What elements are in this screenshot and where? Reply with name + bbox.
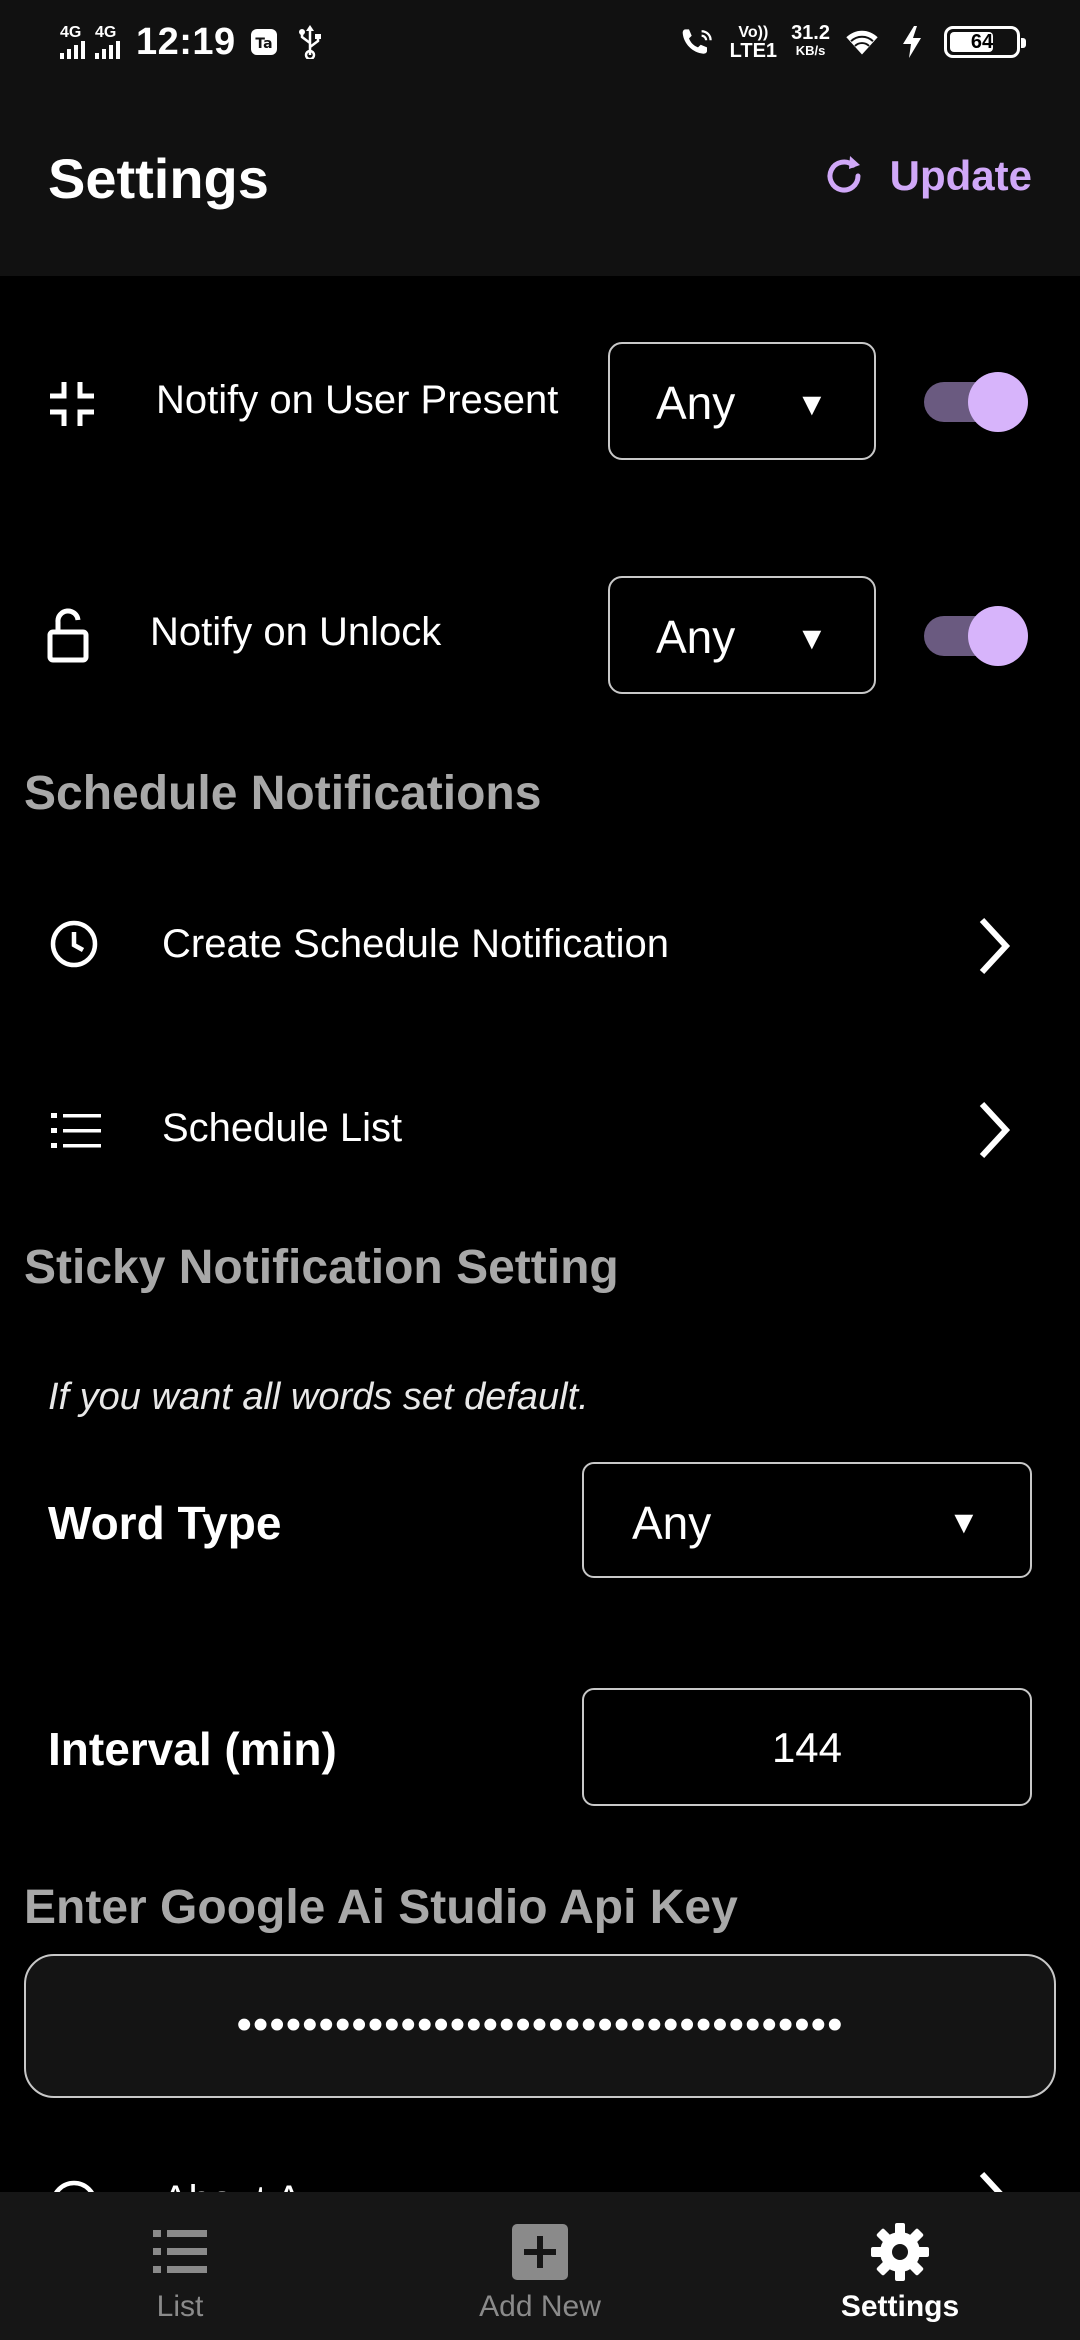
status-bar: 4G 4G 12:19 Ta Vo)) LTE1 31.2 KB/s 64 <box>0 0 1080 84</box>
collapse-icon <box>42 374 102 434</box>
dropdown-value: Any <box>656 611 736 663</box>
battery-level: 64 <box>970 30 994 53</box>
clock-icon <box>46 916 102 972</box>
clock: 12:19 <box>136 20 236 63</box>
refresh-icon <box>827 156 861 193</box>
unlock-toggle[interactable] <box>924 606 1028 666</box>
nav-settings[interactable]: Settings <box>720 2192 1080 2340</box>
wifi-icon <box>844 24 880 60</box>
user-present-dropdown[interactable]: Any ▼ <box>608 342 876 460</box>
app-bar: Settings Update <box>0 84 1080 276</box>
schedule-section-title: Schedule Notifications <box>24 767 542 820</box>
battery-icon: 64 <box>944 26 1026 58</box>
list-icon <box>153 2222 207 2282</box>
signal-2: 4G <box>95 25 120 59</box>
network-speed: 31.2 KB/s <box>791 22 830 58</box>
nav-list-label: List <box>156 2290 204 2323</box>
schedule-list-label: Schedule List <box>162 1106 403 1150</box>
notify-unlock-label: Notify on Unlock <box>150 610 442 654</box>
api-key-masked-value: ••••••••••••••••••••••••••••••••••••• <box>236 2000 844 2049</box>
dropdown-arrow-icon: ▼ <box>796 620 828 656</box>
unlock-dropdown[interactable]: Any ▼ <box>608 576 876 694</box>
api-section-title: Enter Google Ai Studio Api Key <box>24 1881 738 1934</box>
sticky-section-title: Sticky Notification Setting <box>24 1241 619 1294</box>
charging-icon <box>894 24 930 60</box>
interval-input[interactable]: 144 <box>582 1688 1032 1806</box>
gear-icon <box>869 2222 931 2282</box>
page-title: Settings <box>48 147 269 210</box>
create-schedule-row[interactable]: Create Schedule Notification <box>0 880 1080 1006</box>
create-schedule-label: Create Schedule Notification <box>162 922 669 966</box>
dropdown-arrow-icon: ▼ <box>796 386 828 422</box>
notify-user-present-row: Notify on User Present Any ▼ <box>0 340 1080 466</box>
signal-1: 4G <box>60 25 85 59</box>
svg-text:Ta: Ta <box>255 36 272 52</box>
usb-icon <box>292 24 328 60</box>
update-label: Update <box>889 152 1032 199</box>
api-key-input[interactable]: ••••••••••••••••••••••••••••••••••••• <box>24 1954 1056 2098</box>
add-box-icon <box>512 2222 568 2282</box>
update-button[interactable]: Update <box>820 152 1032 200</box>
dropdown-value: Any <box>656 377 736 429</box>
dropdown-arrow-icon: ▼ <box>948 1504 980 1540</box>
notify-user-present-label: Notify on User Present <box>156 378 559 422</box>
volte-indicator: Vo)) LTE1 <box>729 24 778 62</box>
interval-value: 144 <box>771 1724 843 1771</box>
nav-add-new-label: Add New <box>479 2290 601 2323</box>
dropdown-value: Any <box>632 1497 712 1549</box>
nav-list[interactable]: List <box>0 2192 360 2340</box>
bottom-navigation: List Add New Settings <box>0 2192 1080 2340</box>
wifi-call-icon <box>680 24 716 60</box>
sticky-hint: If you want all words set default. <box>48 1376 589 1418</box>
word-type-dropdown[interactable]: Any ▼ <box>582 1462 1032 1578</box>
nav-settings-label: Settings <box>840 2290 960 2323</box>
unlock-icon <box>40 606 96 666</box>
chevron-right-icon <box>972 1100 1016 1160</box>
user-present-toggle[interactable] <box>924 372 1028 432</box>
word-type-label: Word Type <box>48 1497 282 1549</box>
schedule-list-row[interactable]: Schedule List <box>0 1068 1080 1194</box>
interval-label: Interval (min) <box>48 1723 337 1775</box>
app-notification-icon: Ta <box>246 24 282 60</box>
list-icon <box>48 1106 104 1156</box>
chevron-right-icon <box>972 916 1016 976</box>
nav-add-new[interactable]: Add New <box>360 2192 720 2340</box>
notify-unlock-row: Notify on Unlock Any ▼ <box>0 574 1080 700</box>
